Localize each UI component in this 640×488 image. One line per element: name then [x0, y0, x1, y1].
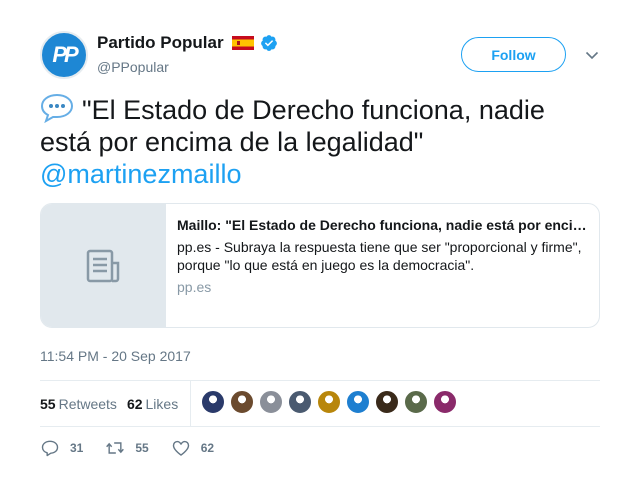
speech-balloon-icon: [40, 93, 74, 123]
card-thumbnail: [41, 204, 166, 327]
profile-avatar[interactable]: PP: [40, 31, 88, 79]
reply-action[interactable]: 31: [40, 438, 83, 458]
card-description: pp.es - Subraya la respuesta tiene que s…: [177, 239, 582, 273]
retweets-count: 55: [40, 395, 56, 412]
liker-avatar[interactable]: [317, 390, 341, 414]
author-handle[interactable]: @PPopular: [97, 59, 169, 75]
card-title: Maillo: "El Estado de Derecho funciona, …: [177, 217, 587, 233]
liker-avatars: [201, 390, 462, 414]
liker-avatar[interactable]: [288, 390, 312, 414]
spain-flag-icon: [231, 36, 254, 50]
tweet-text: "El Estado de Derecho funciona, nadie es…: [40, 93, 600, 190]
like-count: 62: [200, 441, 215, 455]
likes-stat[interactable]: 62 Likes: [127, 396, 178, 412]
likes-label: Likes: [145, 395, 179, 412]
engagement-stats: 55 Retweets 62 Likes: [40, 381, 188, 426]
like-action[interactable]: 62: [171, 438, 214, 458]
link-card[interactable]: Maillo: "El Estado de Derecho funciona, …: [40, 203, 600, 328]
divider-bottom: [40, 426, 600, 427]
card-body: Maillo: "El Estado de Derecho funciona, …: [166, 204, 599, 327]
heart-icon: [172, 440, 189, 456]
verified-badge-icon: [260, 35, 277, 51]
author-name-row: Partido Popular: [97, 33, 278, 53]
card-domain: pp.es: [177, 279, 212, 295]
author-display-name[interactable]: Partido Popular: [97, 33, 224, 53]
retweets-stat[interactable]: 55 Retweets: [40, 396, 117, 412]
liker-avatar[interactable]: [404, 390, 428, 414]
tweet-body: "El Estado de Derecho funciona, nadie es…: [40, 95, 545, 157]
document-icon: [86, 249, 120, 282]
retweets-label: Retweets: [58, 395, 117, 412]
liker-avatar[interactable]: [433, 390, 457, 414]
tweet-timestamp[interactable]: 11:54 PM - 20 Sep 2017: [40, 348, 191, 364]
retweet-count: 55: [135, 441, 149, 455]
mention-link[interactable]: @martinezmaillo: [40, 158, 600, 190]
chevron-down-icon[interactable]: [584, 47, 600, 63]
liker-avatar[interactable]: [346, 390, 370, 414]
follow-button[interactable]: Follow: [461, 37, 566, 72]
avatar-logo-text: PP: [52, 42, 78, 67]
tweet-actions: 31 55 62: [40, 438, 236, 458]
liker-avatar[interactable]: [375, 390, 399, 414]
liker-avatar[interactable]: [201, 390, 225, 414]
liker-avatar[interactable]: [230, 390, 254, 414]
liker-avatar[interactable]: [259, 390, 283, 414]
retweet-icon: [106, 442, 125, 454]
stats-separator: [190, 381, 191, 426]
reply-count: 31: [70, 441, 84, 455]
reply-icon: [41, 440, 59, 457]
likes-count: 62: [126, 395, 143, 412]
retweet-action[interactable]: 55: [105, 438, 149, 458]
